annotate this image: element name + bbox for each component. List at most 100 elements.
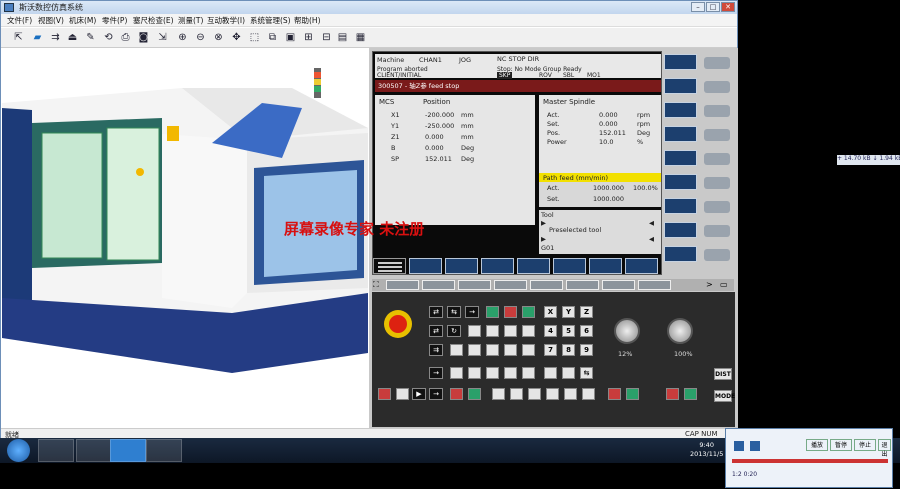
softkey-v3[interactable] [664, 102, 697, 118]
key-7[interactable]: 7 [544, 344, 557, 356]
layout-icon[interactable]: ▦ [353, 30, 368, 45]
front-icon[interactable]: ⬚ [247, 30, 262, 45]
blank-key-15[interactable] [544, 367, 557, 379]
menu-view[interactable]: 视图(V) [38, 15, 64, 26]
grid-icon[interactable]: ⊟ [319, 30, 334, 45]
feed-override-knob[interactable] [667, 318, 693, 344]
blank-key-13[interactable] [504, 367, 517, 379]
cycle-stop-key[interactable] [666, 388, 679, 400]
blank-key-16[interactable] [562, 367, 575, 379]
printer-icon[interactable] [146, 439, 182, 462]
blank-key-20[interactable] [546, 388, 559, 400]
pan-icon[interactable]: ✥ [229, 30, 244, 45]
softkey-h6[interactable] [589, 258, 622, 274]
open-icon[interactable]: ▰ [30, 30, 45, 45]
key-4[interactable]: 4 [544, 325, 557, 337]
menu-part[interactable]: 零件(P) [102, 15, 127, 26]
blank-key-12[interactable] [486, 367, 499, 379]
softkey-v4[interactable] [664, 126, 697, 142]
menu-icon[interactable]: ▭ [720, 280, 728, 289]
rapid-key[interactable]: ⇆ [580, 367, 593, 379]
cycle-start-key[interactable] [684, 388, 697, 400]
maximize-button[interactable]: □ [706, 2, 720, 12]
mode-key-2[interactable]: ↻ [447, 325, 461, 337]
play-button[interactable]: 播放 [806, 439, 828, 451]
h-softkey-1[interactable] [386, 280, 419, 290]
key-6[interactable]: 6 [580, 325, 593, 337]
key-z[interactable]: Z [580, 306, 593, 318]
jog-key[interactable]: ⇄ [429, 306, 443, 318]
mode-button-1[interactable]: DIST [714, 368, 732, 380]
cycle-key[interactable]: ▶ [412, 388, 426, 400]
menu-gauge[interactable]: 塞尺检查(E) [133, 15, 174, 26]
stop-button[interactable]: 停止 [854, 439, 876, 451]
key-5[interactable]: 5 [562, 325, 575, 337]
blank-key-22[interactable] [582, 388, 595, 400]
emergency-stop-button[interactable] [384, 310, 412, 338]
rotate-icon[interactable]: ⊗ [211, 30, 226, 45]
softkey-h4[interactable] [517, 258, 550, 274]
screen-icon[interactable]: ⊞ [301, 30, 316, 45]
single-block-key[interactable] [396, 388, 409, 400]
next-icon[interactable]: > [706, 280, 713, 289]
mode-key-1[interactable]: ⇄ [429, 325, 443, 337]
h-softkey-8[interactable] [638, 280, 671, 290]
gray-key-4[interactable] [704, 129, 730, 141]
softkey-v9[interactable] [664, 246, 697, 262]
key-y[interactable]: Y [562, 306, 575, 318]
softkey-v2[interactable] [664, 78, 697, 94]
spindle-start-key[interactable] [468, 388, 481, 400]
camera-icon[interactable]: ◙ [136, 30, 151, 45]
save-icon[interactable]: ⇉ [48, 30, 63, 45]
zoom-in-icon[interactable]: ⊕ [175, 30, 190, 45]
blank-key-5[interactable] [450, 344, 463, 356]
panel-icon[interactable]: ▤ [335, 30, 350, 45]
blank-key-18[interactable] [510, 388, 523, 400]
blank-key-21[interactable] [564, 388, 577, 400]
gray-key-5[interactable] [704, 153, 730, 165]
softkey-v5[interactable] [664, 150, 697, 166]
blank-key-8[interactable] [504, 344, 517, 356]
app-taskbar-icon[interactable] [110, 439, 146, 462]
record-icon[interactable] [734, 441, 744, 451]
h-softkey-5[interactable] [530, 280, 563, 290]
explorer-icon[interactable] [76, 439, 112, 462]
measure-icon[interactable]: ⏏ [65, 30, 80, 45]
feed-start-key[interactable] [626, 388, 639, 400]
h-softkey-4[interactable] [494, 280, 527, 290]
pause-icon[interactable] [750, 441, 760, 451]
softkey-v7[interactable] [664, 198, 697, 214]
gray-key-9[interactable] [704, 249, 730, 261]
softkey-v6[interactable] [664, 174, 697, 190]
softkey-h5[interactable] [553, 258, 586, 274]
blank-key-14[interactable] [522, 367, 535, 379]
gray-key-2[interactable] [704, 81, 730, 93]
key-x[interactable]: X [544, 306, 557, 318]
blank-key-3[interactable] [504, 325, 517, 337]
menu-lines-icon[interactable] [373, 258, 406, 274]
gray-key-1[interactable] [704, 57, 730, 69]
softkey-v1[interactable] [664, 54, 697, 70]
menu-machine[interactable]: 机床(M) [69, 15, 96, 26]
softkey-h1[interactable] [409, 258, 442, 274]
h-softkey-2[interactable] [422, 280, 455, 290]
menu-file[interactable]: 文件(F) [7, 15, 32, 26]
zoom-icon[interactable]: ⇲ [155, 30, 170, 45]
blank-key-7[interactable] [486, 344, 499, 356]
blank-key-17[interactable] [492, 388, 505, 400]
top-icon[interactable]: ▣ [283, 30, 298, 45]
progress-bar[interactable] [732, 459, 888, 463]
zoom-out-icon[interactable]: ⊖ [193, 30, 208, 45]
start-button[interactable] [7, 439, 30, 462]
spindle-override-knob[interactable] [614, 318, 640, 344]
blank-key-9[interactable] [522, 344, 535, 356]
gray-key-8[interactable] [704, 225, 730, 237]
reset-key[interactable] [378, 388, 391, 400]
view-icon[interactable]: ⟲ [101, 30, 116, 45]
blank-key-6[interactable] [468, 344, 481, 356]
softkey-h2[interactable] [445, 258, 478, 274]
blank-key-1[interactable] [468, 325, 481, 337]
red-key-1[interactable] [504, 306, 517, 318]
green-key-1[interactable] [486, 306, 499, 318]
key-9[interactable]: 9 [580, 344, 593, 356]
